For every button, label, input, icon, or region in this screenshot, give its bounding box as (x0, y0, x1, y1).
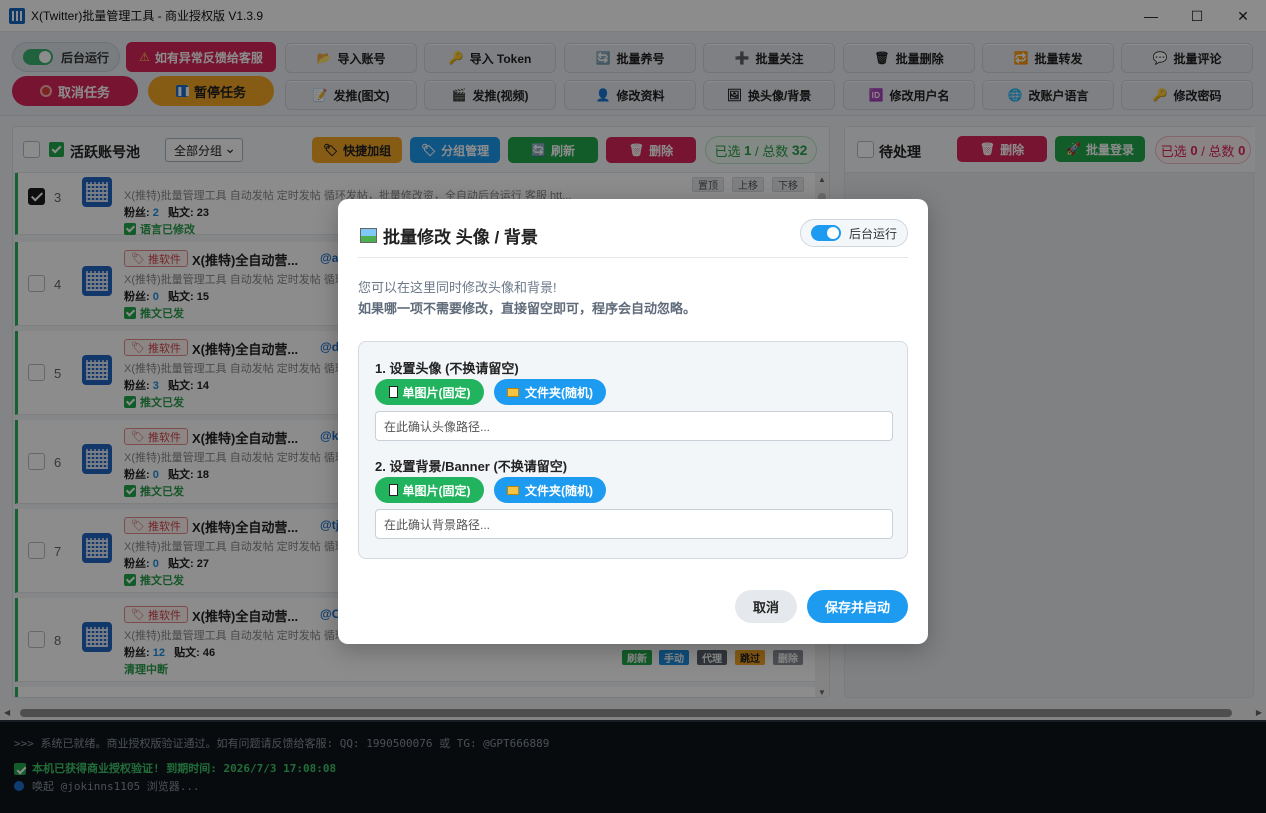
folder-icon (507, 485, 519, 495)
dialog-description: 您可以在这里同时修改头像和背景! (358, 280, 557, 295)
save-and-start-button[interactable]: 保存并启动 (807, 590, 908, 623)
app-window: X(Twitter)批量管理工具 - 商业授权版 V1.3.9 — ☐ ✕ 后台… (0, 0, 1266, 813)
banner-folder-button[interactable]: 文件夹(随机) (494, 477, 606, 503)
avatar-single-image-button[interactable]: 单图片(固定) (375, 379, 484, 405)
button-label: 文件夹(随机) (525, 385, 593, 400)
cancel-button[interactable]: 取消 (735, 590, 797, 623)
button-label: 单图片(固定) (402, 385, 471, 400)
avatar-section-label: 1. 设置头像 (不换请留空) (375, 361, 519, 376)
divider (358, 257, 908, 258)
dialog-title-text: 批量修改 头像 / 背景 (383, 228, 538, 247)
dialog-title: 批量修改 头像 / 背景 (360, 223, 538, 248)
banner-single-image-button[interactable]: 单图片(固定) (375, 477, 484, 503)
dialog-hint: 如果哪一项不需要修改，直接留空即可，程序会自动忽略。 (358, 301, 697, 316)
toggle-switch (811, 225, 841, 241)
bg-run-toggle[interactable]: 后台运行 (800, 219, 908, 247)
picture-icon (360, 228, 377, 243)
settings-box: 1. 设置头像 (不换请留空) 单图片(固定) 文件夹(随机) 在此确认头像路径… (358, 341, 908, 559)
folder-icon (507, 387, 519, 397)
file-icon (388, 386, 398, 398)
button-label: 单图片(固定) (402, 483, 471, 498)
change-avatar-dialog: 批量修改 头像 / 背景 后台运行 您可以在这里同时修改头像和背景! 如果哪一项… (338, 199, 928, 644)
avatar-folder-button[interactable]: 文件夹(随机) (494, 379, 606, 405)
button-label: 文件夹(随机) (525, 483, 593, 498)
file-icon (388, 484, 398, 496)
toggle-label: 后台运行 (849, 226, 898, 241)
avatar-path-input[interactable]: 在此确认头像路径... (375, 411, 893, 441)
banner-path-input[interactable]: 在此确认背景路径... (375, 509, 893, 539)
banner-section-label: 2. 设置背景/Banner (不换请留空) (375, 459, 568, 474)
